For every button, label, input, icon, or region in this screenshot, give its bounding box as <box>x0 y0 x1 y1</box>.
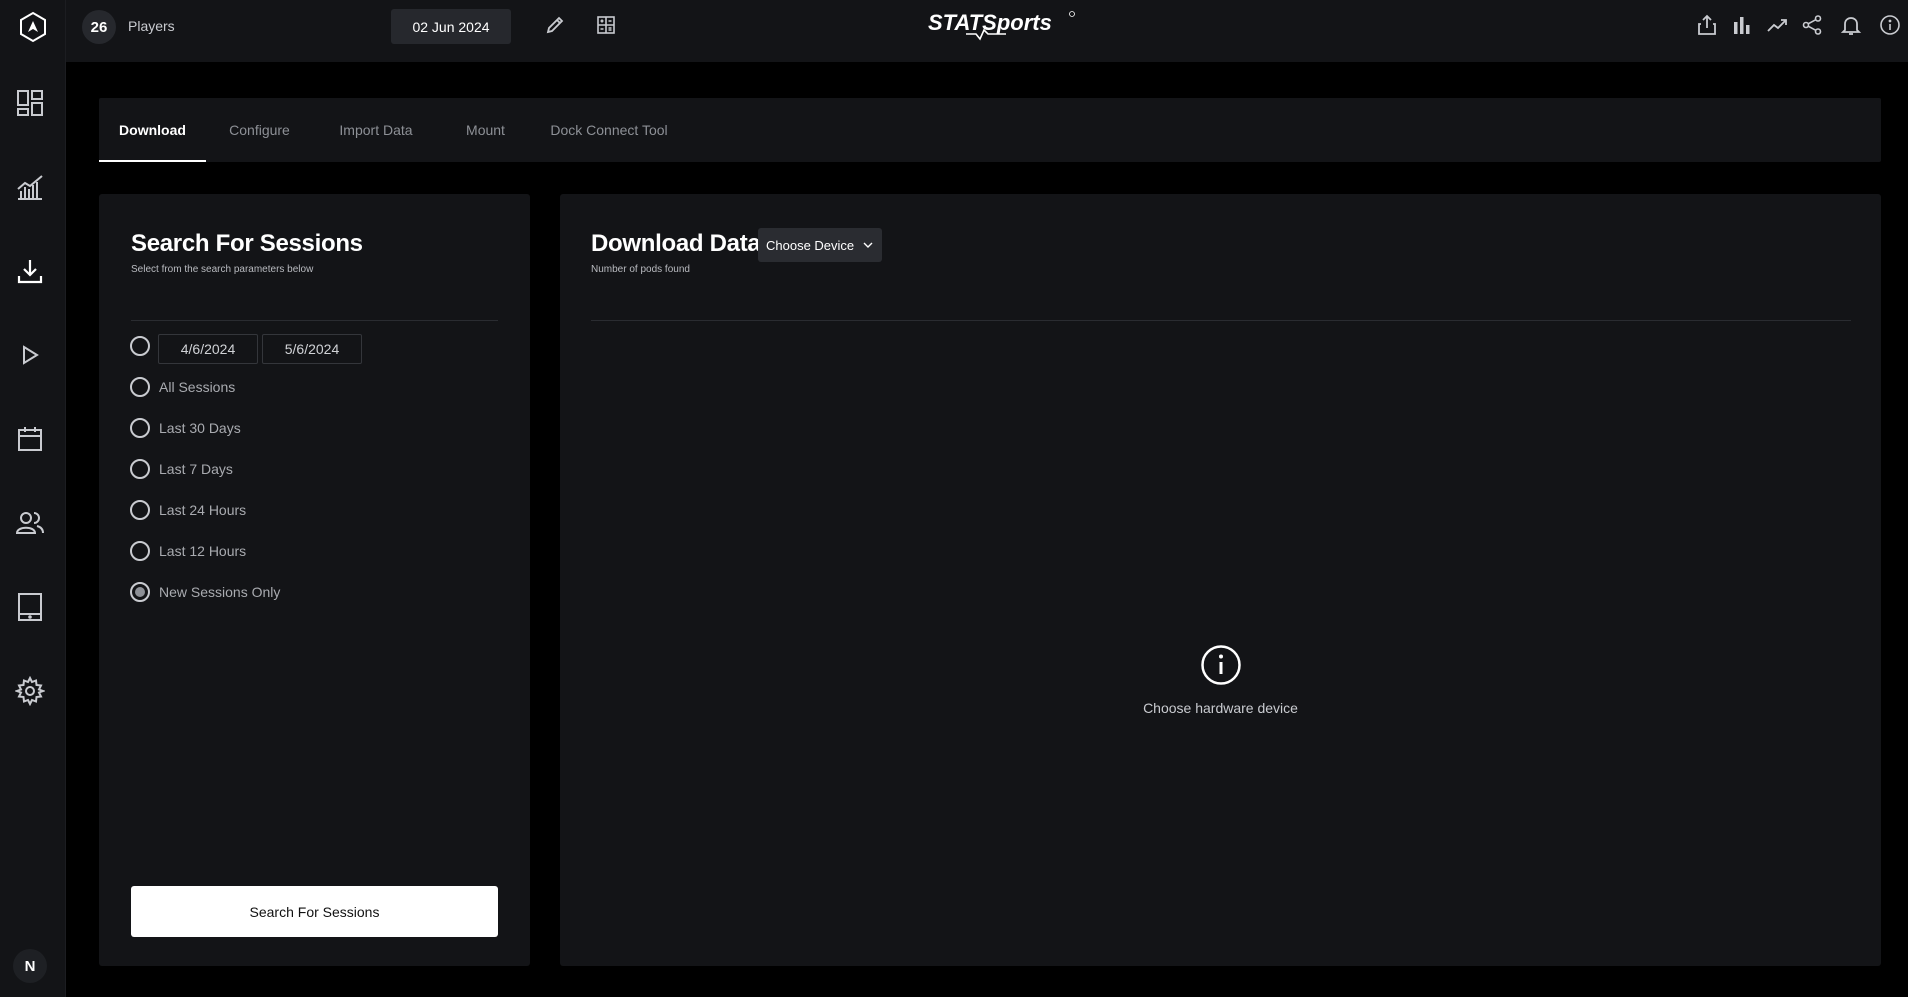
radio-label: Last 24 Hours <box>159 502 247 518</box>
share-icon[interactable] <box>1799 12 1825 38</box>
search-panel-subtitle: Select from the search parameters below <box>131 264 314 275</box>
radio-button[interactable] <box>130 418 150 438</box>
download-data-panel: Download Data Number of pods found Choos… <box>560 194 1881 966</box>
device-select-label: Choose Device <box>766 237 855 253</box>
empty-state: Choose hardware device <box>560 644 1881 716</box>
tab-import-data[interactable]: Import Data <box>313 98 439 162</box>
date-range-radio[interactable] <box>130 334 150 358</box>
trend-icon[interactable] <box>1764 12 1790 38</box>
gear-icon[interactable] <box>13 674 47 708</box>
analytics-icon[interactable] <box>13 170 47 204</box>
radio-label: Last 7 Days <box>159 461 233 477</box>
tab-dock-connect-tool[interactable]: Dock Connect Tool <box>532 98 686 162</box>
option-new-sessions-only[interactable]: New Sessions Only <box>130 580 280 604</box>
date-to-input[interactable]: 5/6/2024 <box>262 334 362 364</box>
chevron-down-icon <box>863 242 873 248</box>
option-last-12-hours[interactable]: Last 12 Hours <box>130 539 246 563</box>
top-bar: 26 Players 02 Jun 2024 STATSports <box>66 0 1908 62</box>
users-icon[interactable] <box>13 506 47 540</box>
radio-button[interactable] <box>130 336 150 356</box>
calendar-icon[interactable] <box>13 422 47 456</box>
radio-button[interactable] <box>130 541 150 561</box>
divider <box>131 320 498 321</box>
date-selector[interactable]: 02 Jun 2024 <box>391 9 511 44</box>
player-count-badge[interactable]: 26 <box>82 10 116 44</box>
option-last-24-hours[interactable]: Last 24 Hours <box>130 498 246 522</box>
divider <box>591 320 1851 321</box>
info-icon[interactable] <box>1877 12 1903 38</box>
brand-logo: STATSports <box>926 8 1076 42</box>
app-logo-icon[interactable] <box>0 0 66 54</box>
players-label[interactable]: Players <box>128 18 175 34</box>
pencil-icon[interactable] <box>542 12 568 38</box>
option-all-sessions[interactable]: All Sessions <box>130 375 235 399</box>
share-upload-icon[interactable] <box>1694 12 1720 38</box>
tab-download[interactable]: Download <box>99 98 206 162</box>
option-last-30-days[interactable]: Last 30 Days <box>130 416 241 440</box>
radio-label: New Sessions Only <box>159 584 281 600</box>
radio-button-checked[interactable] <box>130 582 150 602</box>
play-icon[interactable] <box>13 338 47 372</box>
option-last-7-days[interactable]: Last 7 Days <box>130 457 233 481</box>
tab-configure[interactable]: Configure <box>206 98 313 162</box>
date-from-input[interactable]: 4/6/2024 <box>158 334 258 364</box>
tab-bar: Download Configure Import Data Mount Doc… <box>99 98 1881 162</box>
empty-state-message: Choose hardware device <box>1143 700 1298 716</box>
bar-chart-icon[interactable] <box>1729 12 1755 38</box>
radio-label: Last 30 Days <box>159 420 241 436</box>
radio-label: All Sessions <box>159 379 236 395</box>
avatar[interactable]: N <box>13 949 47 983</box>
choose-device-dropdown[interactable]: Choose Device <box>758 228 882 262</box>
download-panel-subtitle: Number of pods found <box>591 264 690 275</box>
bell-icon[interactable] <box>1838 12 1864 38</box>
radio-button[interactable] <box>130 500 150 520</box>
download-panel-title: Download Data <box>591 230 761 257</box>
tablet-icon[interactable] <box>13 590 47 624</box>
tab-mount[interactable]: Mount <box>439 98 532 162</box>
radio-button[interactable] <box>130 459 150 479</box>
download-icon[interactable] <box>13 254 47 288</box>
radio-button[interactable] <box>130 377 150 397</box>
calculator-icon[interactable] <box>593 12 619 38</box>
dashboard-icon[interactable] <box>13 86 47 120</box>
info-icon <box>1200 645 1241 685</box>
search-sessions-button[interactable]: Search For Sessions <box>131 886 498 937</box>
radio-label: Last 12 Hours <box>159 543 247 559</box>
brand-text: STATSports <box>928 10 1052 35</box>
sidebar: N <box>0 0 66 997</box>
search-panel-title: Search For Sessions <box>131 230 363 257</box>
search-sessions-panel: Search For Sessions Select from the sear… <box>99 194 530 966</box>
